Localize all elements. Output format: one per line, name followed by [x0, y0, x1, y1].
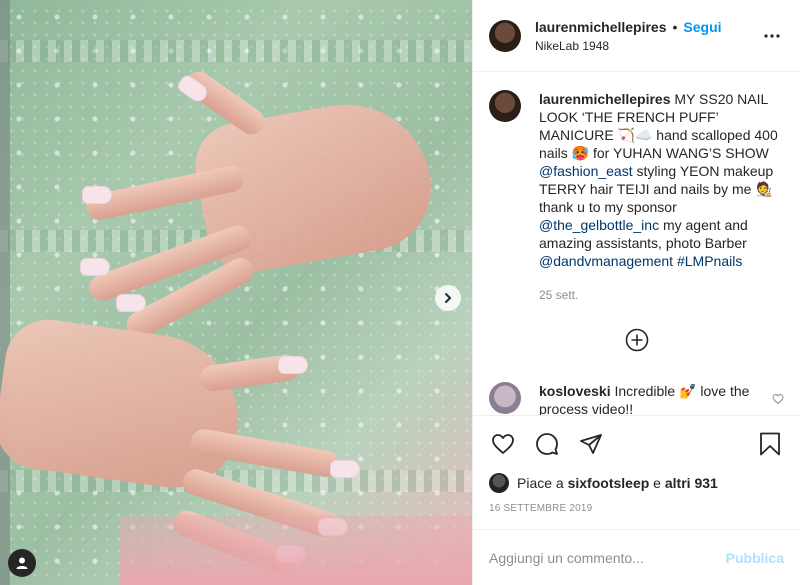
heart-icon [772, 393, 784, 405]
mention-link[interactable]: @fashion_east [539, 163, 633, 179]
post-date[interactable]: 16 SETTEMBRE 2019 [473, 495, 800, 529]
post-container: laurenmichellepires • Segui NikeLab 1948… [0, 0, 800, 585]
more-options-button[interactable] [760, 24, 784, 48]
post-image[interactable] [0, 0, 472, 585]
nail [82, 186, 112, 204]
separator-dot: • [672, 18, 678, 35]
header-line: laurenmichellepires • Segui [535, 19, 760, 35]
background-edge [0, 0, 10, 585]
tagged-users-button[interactable] [8, 549, 36, 577]
add-comment-form: Pubblica [473, 529, 800, 585]
heart-icon [492, 433, 514, 454]
post-header: laurenmichellepires • Segui NikeLab 1948 [473, 0, 800, 72]
caption-username[interactable]: laurenmichellepires [539, 91, 671, 107]
post-side-panel: laurenmichellepires • Segui NikeLab 1948… [472, 0, 800, 585]
nail [278, 356, 308, 374]
likes-others-link[interactable]: altri 931 [665, 475, 718, 491]
like-button[interactable] [489, 430, 517, 458]
comments-section: laurenmichellepires MY SS20 NAIL LOOK ‘T… [473, 72, 800, 415]
save-button[interactable] [756, 430, 784, 458]
plus-circle-icon [625, 328, 648, 352]
liker-username[interactable]: sixfootsleep [568, 475, 650, 491]
nail [80, 258, 110, 276]
chevron-right-icon [445, 293, 452, 303]
bookmark-icon [760, 432, 780, 455]
profile-avatar[interactable] [489, 19, 521, 52]
send-icon [580, 433, 602, 454]
nail [330, 460, 360, 478]
comment-body: kosloveski Incredible 💅 love the process… [539, 382, 764, 415]
caption: laurenmichellepires MY SS20 NAIL LOOK ‘T… [489, 90, 784, 304]
user-icon [16, 557, 28, 569]
comment-avatar[interactable] [489, 382, 521, 414]
load-more-comments-button[interactable] [489, 328, 784, 352]
likes-middle: e [649, 475, 665, 491]
liker-avatar[interactable] [489, 473, 509, 493]
dress-ruffle [0, 40, 472, 62]
mention-link[interactable]: @dandvmanagement [539, 253, 673, 269]
comment-button[interactable] [533, 430, 561, 458]
hashtag-link[interactable]: #LMPnails [673, 253, 742, 269]
likes-prefix: Piace a [517, 475, 568, 491]
likes-text: Piace a sixfootsleep e altri 931 [517, 475, 718, 491]
comment-like-button[interactable] [772, 392, 784, 408]
nail [116, 294, 146, 312]
more-horizontal-icon [764, 33, 780, 38]
next-image-button[interactable] [435, 285, 461, 311]
comment-username[interactable]: kosloveski [539, 383, 611, 399]
action-bar [473, 415, 800, 471]
likes-summary: Piace a sixfootsleep e altri 931 [473, 471, 800, 495]
follow-button[interactable]: Segui [683, 19, 721, 35]
caption-timestamp[interactable]: 25 sett. [539, 286, 784, 304]
caption-avatar[interactable] [489, 90, 521, 122]
location-link[interactable]: NikeLab 1948 [535, 39, 760, 53]
mention-link[interactable]: @the_gelbottle_inc [539, 217, 659, 233]
comment-input[interactable] [489, 549, 726, 566]
share-button[interactable] [577, 430, 605, 458]
comment-icon [536, 432, 558, 455]
publish-button[interactable]: Pubblica [726, 550, 784, 566]
caption-body: laurenmichellepires MY SS20 NAIL LOOK ‘T… [539, 90, 784, 304]
header-username[interactable]: laurenmichellepires [535, 19, 667, 35]
header-meta: laurenmichellepires • Segui NikeLab 1948 [535, 19, 760, 53]
comment-item: kosloveski Incredible 💅 love the process… [489, 382, 784, 415]
pink-skirt [120, 515, 472, 585]
